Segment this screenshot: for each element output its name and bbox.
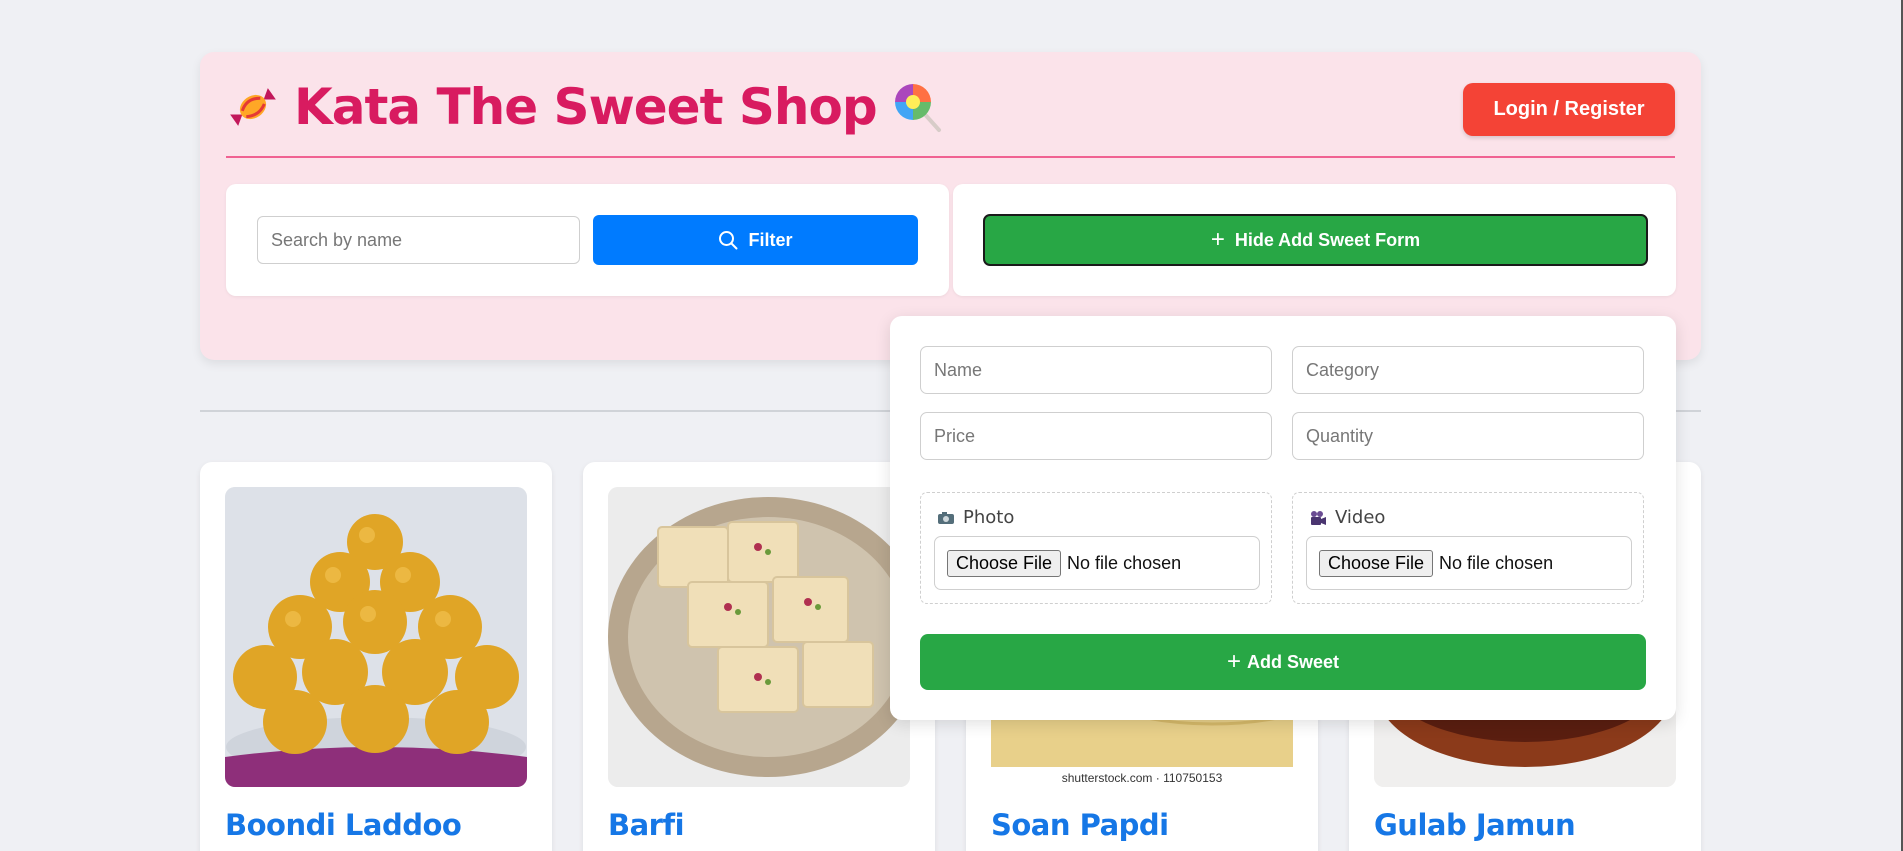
category-input[interactable] [1292, 346, 1644, 394]
search-icon [719, 231, 738, 250]
hide-add-sweet-form-button[interactable]: + Hide Add Sweet Form [983, 214, 1648, 266]
sweet-card[interactable]: Barfi [583, 462, 935, 851]
login-register-button[interactable]: Login / Register [1463, 83, 1675, 136]
candy-icon [230, 88, 276, 126]
add-sweet-label: Add Sweet [1247, 651, 1340, 672]
site-title: Kata The Sweet Shop [294, 78, 878, 136]
video-label: Video [1309, 507, 1385, 528]
camera-icon [938, 511, 954, 524]
image-watermark: shutterstock.com · 110750153 [1061, 771, 1223, 785]
lollipop-icon [894, 84, 941, 132]
sweet-image [225, 487, 527, 787]
photo-file-status: No file chosen [1067, 552, 1182, 573]
sweet-image [608, 487, 910, 787]
price-input[interactable] [920, 412, 1272, 460]
sweet-name: Gulab Jamun [1374, 808, 1576, 842]
photo-file-input[interactable]: Choose File No file chosen [934, 536, 1260, 590]
choose-photo-button[interactable]: Choose File [947, 549, 1062, 577]
sweet-name: Barfi [608, 808, 685, 842]
video-camera-icon [1311, 510, 1326, 525]
header-card: Kata The Sweet Shop Login / Register Fil… [200, 52, 1701, 360]
sweet-name: Soan Papdi [991, 808, 1169, 842]
sweet-card[interactable]: Boondi Laddoo [200, 462, 552, 851]
add-sweet-form: Photo Choose File No file chosen Video C… [890, 316, 1676, 720]
photo-label: Photo [937, 507, 1014, 528]
title-row: Kata The Sweet Shop [226, 78, 945, 136]
plus-icon: + [1226, 648, 1241, 675]
sweet-name: Boondi Laddoo [225, 808, 462, 842]
filter-label: Filter [748, 229, 793, 250]
search-input[interactable] [257, 216, 580, 264]
toggle-form-label: Hide Add Sweet Form [1234, 229, 1421, 250]
name-input[interactable] [920, 346, 1272, 394]
quantity-input[interactable] [1292, 412, 1644, 460]
search-panel: Filter [226, 184, 949, 296]
plus-icon: + [1210, 226, 1225, 253]
add-form-toggle-panel: + Hide Add Sweet Form [953, 184, 1676, 296]
video-file-input[interactable]: Choose File No file chosen [1306, 536, 1632, 590]
filter-button[interactable]: Filter [593, 215, 918, 265]
add-sweet-button[interactable]: + Add Sweet [920, 634, 1646, 690]
photo-upload: Photo Choose File No file chosen [920, 492, 1272, 604]
video-file-status: No file chosen [1439, 552, 1554, 573]
choose-video-button[interactable]: Choose File [1319, 549, 1434, 577]
video-upload: Video Choose File No file chosen [1292, 492, 1644, 604]
title-divider [226, 156, 1675, 158]
